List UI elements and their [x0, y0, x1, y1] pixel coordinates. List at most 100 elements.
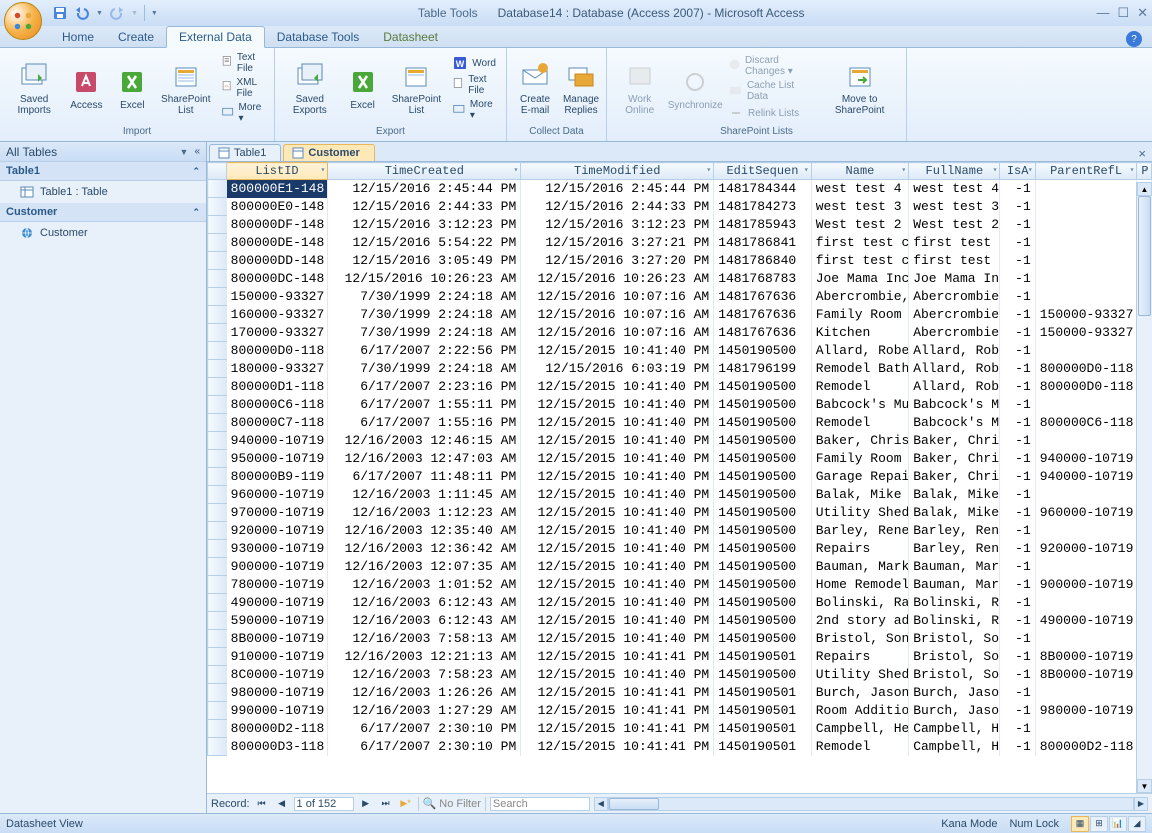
grid-cell[interactable]: 970000-10719: [226, 504, 328, 522]
grid-cell[interactable]: [1035, 216, 1137, 234]
grid-cell[interactable]: -1: [1000, 288, 1035, 306]
grid-cell[interactable]: -1: [1000, 522, 1035, 540]
grid-cell[interactable]: [1035, 234, 1137, 252]
grid-cell[interactable]: 12/16/2003 12:46:15 AM: [328, 432, 521, 450]
grid-cell[interactable]: -1: [1000, 504, 1035, 522]
grid-cell[interactable]: 800000B9-119: [226, 468, 328, 486]
grid-cell[interactable]: Balak, Mike: [811, 486, 909, 504]
row-selector[interactable]: [208, 180, 227, 198]
import-xml-file-button[interactable]: <>XML File: [217, 76, 268, 100]
grid-cell[interactable]: -1: [1000, 306, 1035, 324]
grid-cell[interactable]: 150000-93327: [1035, 324, 1137, 342]
grid-cell[interactable]: Barley, Rene: [909, 540, 1000, 558]
grid-cell[interactable]: Kitchen: [811, 324, 909, 342]
pivot-table-view-icon[interactable]: ⊞: [1090, 816, 1108, 832]
grid-cell[interactable]: 800000D0-118: [226, 342, 328, 360]
export-excel-button[interactable]: Excel: [341, 64, 385, 113]
import-more-button[interactable]: More ▾: [217, 101, 268, 125]
grid-cell[interactable]: 12/15/2016 2:44:33 PM: [521, 198, 714, 216]
grid-cell[interactable]: 12/16/2003 1:27:29 AM: [328, 702, 521, 720]
grid-cell[interactable]: Allard, Robe: [811, 342, 909, 360]
grid-cell[interactable]: 1450190501: [714, 720, 812, 738]
grid-cell[interactable]: 12/16/2003 12:35:40 AM: [328, 522, 521, 540]
grid-cell[interactable]: 1481785943: [714, 216, 812, 234]
grid-cell[interactable]: 12/16/2003 1:26:26 AM: [328, 684, 521, 702]
grid-cell[interactable]: 1450190500: [714, 540, 812, 558]
grid-cell[interactable]: Bolinski, Ra: [811, 594, 909, 612]
qat-customize-icon[interactable]: ▼: [151, 10, 158, 17]
grid-cell[interactable]: 960000-10719: [1035, 504, 1137, 522]
relink-lists-button[interactable]: Relink Lists: [724, 104, 817, 122]
grid-cell[interactable]: 12/15/2015 10:41:40 PM: [521, 504, 714, 522]
grid-cell[interactable]: 800000E1-148: [226, 180, 328, 198]
work-online-button[interactable]: Work Online: [613, 58, 666, 118]
grid-cell[interactable]: Burch, Jason: [909, 684, 1000, 702]
row-selector[interactable]: [208, 198, 227, 216]
grid-cell[interactable]: 12/15/2016 10:07:16 AM: [521, 306, 714, 324]
grid-cell[interactable]: -1: [1000, 594, 1035, 612]
grid-cell[interactable]: 7/30/1999 2:24:18 AM: [328, 306, 521, 324]
grid-cell[interactable]: 12/15/2015 10:41:40 PM: [521, 522, 714, 540]
grid-cell[interactable]: 12/15/2016 6:03:19 PM: [521, 360, 714, 378]
grid-cell[interactable]: 12/15/2016 2:45:44 PM: [521, 180, 714, 198]
grid-cell[interactable]: 12/15/2015 10:41:40 PM: [521, 594, 714, 612]
column-dropdown-icon[interactable]: ▾: [901, 165, 906, 175]
grid-cell[interactable]: 1450190501: [714, 648, 812, 666]
row-selector[interactable]: [208, 324, 227, 342]
grid-cell[interactable]: Bauman, Mark: [909, 558, 1000, 576]
grid-cell[interactable]: -1: [1000, 360, 1035, 378]
grid-cell[interactable]: -1: [1000, 342, 1035, 360]
grid-cell[interactable]: Remodel Bath: [811, 360, 909, 378]
grid-cell[interactable]: 12/16/2003 1:01:52 AM: [328, 576, 521, 594]
grid-cell[interactable]: 1481784273: [714, 198, 812, 216]
undo-dropdown-icon[interactable]: ▼: [96, 10, 103, 17]
grid-cell[interactable]: 180000-93327: [226, 360, 328, 378]
grid-cell[interactable]: [1035, 288, 1137, 306]
grid-cell[interactable]: 12/15/2016 10:07:16 AM: [521, 324, 714, 342]
create-email-button[interactable]: Create E-mail: [513, 58, 557, 118]
row-selector[interactable]: [208, 288, 227, 306]
grid-cell[interactable]: 800000C6-118: [226, 396, 328, 414]
column-header[interactable]: FullName▾: [909, 163, 1000, 180]
grid-cell[interactable]: 1450190500: [714, 468, 812, 486]
grid-cell[interactable]: 6/17/2007 11:48:11 PM: [328, 468, 521, 486]
grid-cell[interactable]: 930000-10719: [226, 540, 328, 558]
grid-cell[interactable]: 1450190500: [714, 378, 812, 396]
tab-datasheet[interactable]: Datasheet: [371, 27, 450, 47]
grid-cell[interactable]: 12/15/2015 10:41:40 PM: [521, 540, 714, 558]
tab-database-tools[interactable]: Database Tools: [265, 27, 372, 47]
grid-cell[interactable]: 1450190500: [714, 522, 812, 540]
grid-cell[interactable]: Remodel: [811, 378, 909, 396]
column-dropdown-icon[interactable]: ▾: [1028, 165, 1033, 175]
prev-record-icon[interactable]: ◀: [274, 796, 290, 812]
grid-cell[interactable]: 1481768783: [714, 270, 812, 288]
grid-cell[interactable]: Bolinski, Ra: [909, 612, 1000, 630]
grid-cell[interactable]: 6/17/2007 2:23:16 PM: [328, 378, 521, 396]
grid-cell[interactable]: [1035, 720, 1137, 738]
export-word-button[interactable]: WWord: [448, 54, 500, 72]
column-dropdown-icon[interactable]: ▾: [804, 165, 809, 175]
grid-cell[interactable]: [1035, 396, 1137, 414]
column-dropdown-icon[interactable]: ▾: [1130, 165, 1135, 175]
grid-cell[interactable]: 1450190500: [714, 576, 812, 594]
grid-cell[interactable]: -1: [1000, 630, 1035, 648]
grid-cell[interactable]: 12/15/2016 3:12:23 PM: [328, 216, 521, 234]
grid-cell[interactable]: 800000C6-118: [1035, 414, 1137, 432]
grid-cell[interactable]: -1: [1000, 378, 1035, 396]
tab-home[interactable]: Home: [50, 27, 106, 47]
filter-indicator[interactable]: 🔍 No Filter: [423, 797, 481, 810]
import-access-button[interactable]: Access: [64, 64, 108, 113]
row-selector[interactable]: [208, 522, 227, 540]
grid-cell[interactable]: Campbell, He: [909, 738, 1000, 756]
grid-cell[interactable]: 12/15/2015 10:41:40 PM: [521, 378, 714, 396]
grid-cell[interactable]: Garage Repai: [811, 468, 909, 486]
grid-cell[interactable]: -1: [1000, 558, 1035, 576]
new-record-icon[interactable]: ▶*: [398, 796, 414, 812]
grid-cell[interactable]: 1450190500: [714, 342, 812, 360]
grid-cell[interactable]: [1035, 252, 1137, 270]
grid-cell[interactable]: -1: [1000, 486, 1035, 504]
grid-cell[interactable]: -1: [1000, 540, 1035, 558]
grid-cell[interactable]: -1: [1000, 576, 1035, 594]
grid-cell[interactable]: 950000-10719: [226, 450, 328, 468]
grid-cell[interactable]: 8B0000-10719: [226, 630, 328, 648]
